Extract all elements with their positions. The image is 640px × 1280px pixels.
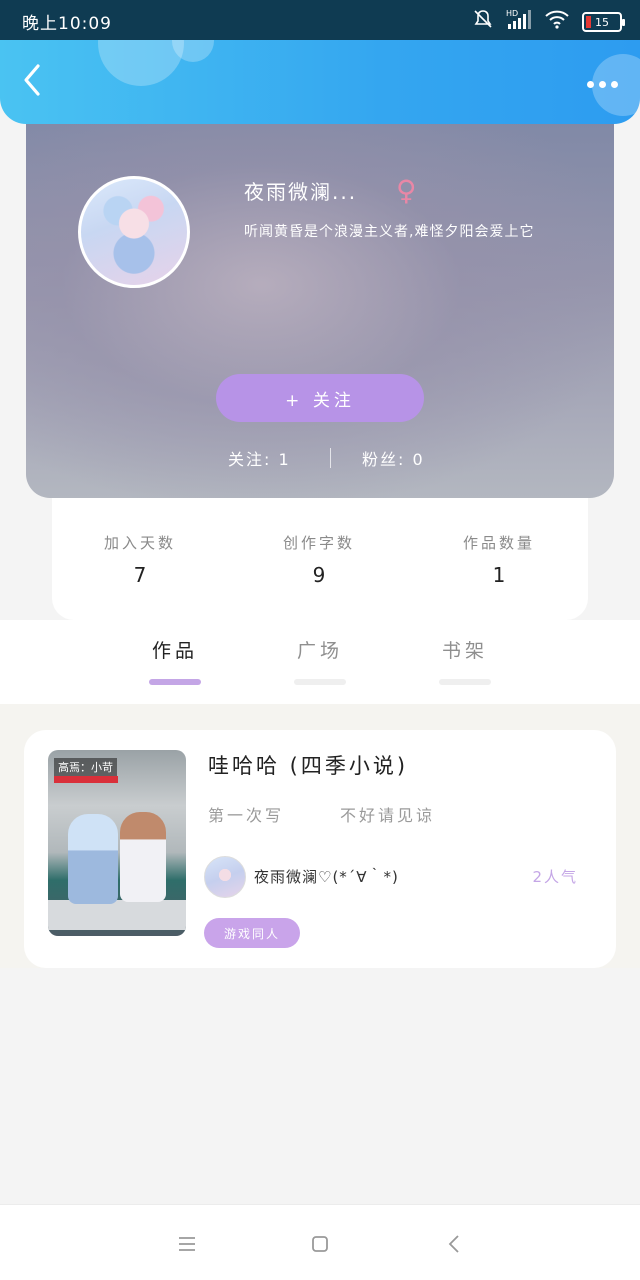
fans-count[interactable]: 粉丝: 0: [362, 446, 425, 470]
author-avatar[interactable]: [204, 856, 246, 898]
genre-badge[interactable]: 游戏同人: [204, 918, 300, 948]
following-label: 关注:: [228, 450, 272, 469]
stat-value: 1: [492, 563, 506, 587]
decor-bubble: [98, 40, 184, 86]
battery-icon: 15: [582, 12, 625, 32]
stat-days-joined: 加入天数 7: [60, 532, 220, 587]
wifi-icon: [544, 8, 570, 36]
stat-works-count: 作品数量 1: [419, 532, 579, 587]
follow-button[interactable]: + 关注: [216, 374, 424, 422]
menu-icon: [179, 1237, 195, 1251]
avatar[interactable]: [78, 176, 190, 288]
cover-character: [120, 812, 166, 902]
back-nav-button[interactable]: [438, 1227, 472, 1261]
tab-indicator: [439, 679, 491, 685]
work-card[interactable]: 高焉：小苛 哇哈哈 (四季小说) 第一次写 不好请见谅 夜雨微澜♡(*´∀｀*) …: [24, 730, 616, 968]
mute-icon: [472, 8, 494, 36]
profile-bio: 听闻黄昏是个浪漫主义者,难怪夕阳会爱上它: [244, 224, 535, 240]
following-value: 1: [278, 450, 291, 469]
fans-label: 粉丝:: [362, 450, 406, 469]
stat-label: 加入天数: [103, 534, 176, 552]
profile-tabs: 作品 广场 书架: [0, 620, 640, 704]
cover-character: [68, 814, 118, 904]
tab-indicator: [149, 679, 201, 685]
stat-label: 作品数量: [462, 534, 535, 552]
work-tag: 第一次写: [208, 806, 285, 825]
hd-signal-icon: HD: [506, 8, 532, 36]
work-title: 哇哈哈 (四季小说): [208, 754, 409, 778]
status-icons: HD 15: [472, 8, 625, 36]
tab-indicator: [294, 679, 346, 685]
stat-value: 7: [133, 563, 147, 587]
stat-value: 9: [312, 563, 326, 587]
work-tag: 不好请见谅: [340, 806, 436, 825]
status-time: 晚上10:09: [22, 14, 112, 34]
cover-banner: 高焉：小苛: [54, 758, 117, 776]
app-header: [0, 40, 640, 124]
home-square-icon: [312, 1236, 328, 1252]
tab-bookshelf[interactable]: 书架: [410, 636, 520, 685]
author-name: 夜雨微澜♡(*´∀｀*): [254, 868, 399, 886]
fans-value: 0: [412, 450, 425, 469]
cover-table: [48, 900, 186, 930]
back-chevron-icon: [24, 64, 40, 96]
more-dots-icon: [587, 80, 594, 88]
menu-nav-button[interactable]: [170, 1227, 204, 1261]
back-triangle-icon: [448, 1235, 459, 1253]
cover-hp-bar: [54, 776, 118, 783]
stat-label: 创作字数: [282, 534, 355, 552]
home-nav-button[interactable]: [303, 1227, 337, 1261]
back-button[interactable]: [18, 60, 58, 104]
following-count[interactable]: 关注: 1: [228, 446, 291, 470]
tab-square[interactable]: 广场: [265, 636, 375, 685]
stat-words-written: 创作字数 9: [239, 532, 399, 587]
system-nav-bar: [0, 1204, 640, 1280]
more-button[interactable]: [578, 74, 618, 94]
battery-level: 15: [595, 15, 609, 29]
svg-text:HD: HD: [506, 9, 518, 18]
tab-label: 作品: [151, 640, 198, 662]
profile-card: 夜雨微澜... ♀ 听闻黄昏是个浪漫主义者,难怪夕阳会爱上它 + 关注 关注: …: [26, 110, 614, 498]
tab-label: 广场: [296, 640, 343, 662]
female-gender-icon: ♀: [396, 174, 417, 207]
tab-label: 书架: [441, 640, 488, 662]
popularity-count: 2人气: [532, 868, 578, 886]
tab-works[interactable]: 作品: [120, 636, 230, 685]
profile-nickname: 夜雨微澜...: [244, 180, 358, 204]
work-cover-image: 高焉：小苛: [48, 750, 186, 936]
status-bar: 晚上10:09 HD 15: [0, 0, 640, 40]
stats-divider: [330, 448, 331, 468]
work-tags: 第一次写 不好请见谅: [208, 802, 435, 826]
